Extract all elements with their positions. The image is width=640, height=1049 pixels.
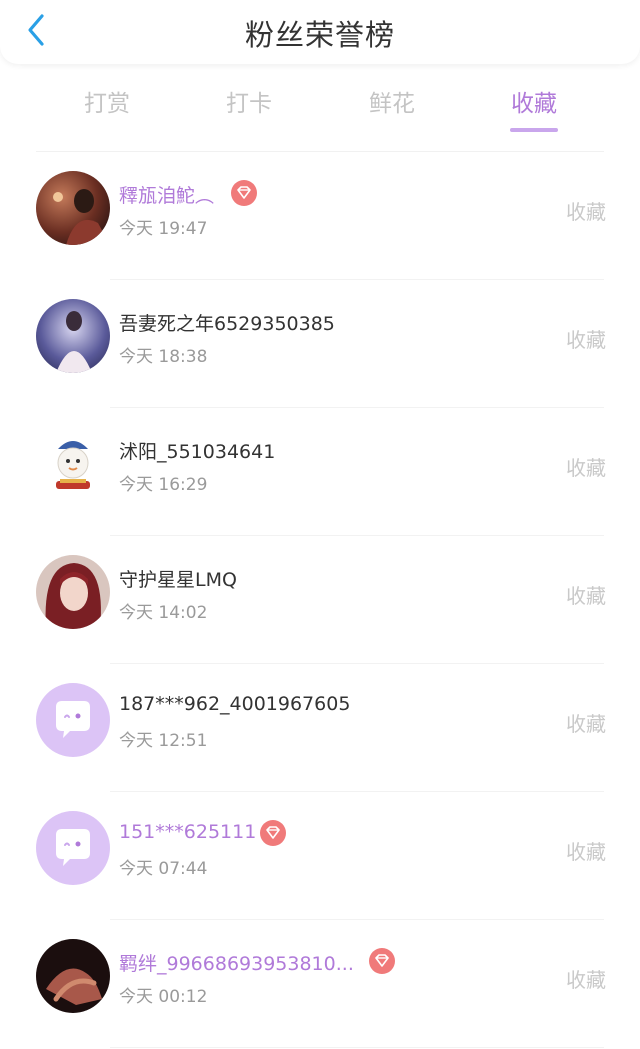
diamond-badge-icon (231, 180, 257, 206)
list-item[interactable]: 187***962_4001967605 今天 12:51 收藏 (0, 664, 640, 792)
list-item[interactable]: 釋瓬洎鮀︵ 今天 19:47 收藏 (0, 152, 640, 280)
top-bar: 粉丝荣誉榜 (0, 0, 640, 64)
list-item[interactable]: 151***625111 今天 07:44 收藏 (0, 792, 640, 920)
favorite-label: 收藏 (566, 328, 606, 352)
photo-avatar-icon (36, 939, 110, 1013)
favorite-label: 收藏 (566, 200, 606, 224)
divider (110, 1047, 604, 1048)
photo-avatar-icon (36, 299, 110, 373)
timestamp: 今天 12:51 (119, 731, 208, 751)
user-name[interactable]: 羁绊_99668693953810... (119, 949, 354, 976)
list-item[interactable]: 守护星星LMQ 今天 14:02 收藏 (0, 536, 640, 664)
page-title: 粉丝荣誉榜 (244, 18, 395, 52)
user-name[interactable]: 吾妻死之年6529350385 (119, 309, 335, 336)
avatar[interactable] (36, 299, 110, 373)
tab-label: 打卡 (226, 91, 272, 117)
avatar[interactable] (36, 555, 110, 629)
avatar[interactable] (36, 171, 110, 245)
tab-bar: 打赏 打卡 鲜花 收藏 (0, 76, 640, 136)
user-name[interactable]: 釋瓬洎鮀︵ (119, 181, 214, 208)
tab-underline (510, 128, 558, 132)
user-name[interactable]: 187***962_4001967605 (119, 693, 350, 715)
tab-label: 收藏 (511, 91, 557, 117)
user-name[interactable]: 沭阳_551034641 (119, 437, 275, 464)
favorite-label: 收藏 (566, 712, 606, 736)
avatar[interactable] (36, 683, 110, 757)
timestamp: 今天 00:12 (119, 987, 208, 1007)
avatar[interactable] (36, 811, 110, 885)
list-item[interactable]: 吾妻死之年6529350385 今天 18:38 收藏 (0, 280, 640, 408)
tab-reward[interactable]: 打赏 (47, 84, 167, 132)
cartoon-avatar-icon (36, 427, 110, 501)
user-name[interactable]: 151***625111 (119, 821, 256, 843)
timestamp: 今天 14:02 (119, 603, 208, 623)
fan-list: 釋瓬洎鮀︵ 今天 19:47 收藏 吾妻死之年6529350385 今天 18:… (0, 152, 640, 1048)
favorite-label: 收藏 (566, 968, 606, 992)
photo-avatar-icon (36, 555, 110, 629)
favorite-label: 收藏 (566, 456, 606, 480)
tab-checkin[interactable]: 打卡 (189, 84, 309, 132)
avatar[interactable] (36, 427, 110, 501)
list-item[interactable]: 羁绊_99668693953810... 今天 00:12 收藏 (0, 920, 640, 1048)
timestamp: 今天 07:44 (119, 859, 208, 879)
avatar[interactable] (36, 939, 110, 1013)
diamond-badge-icon (260, 820, 286, 846)
photo-avatar-icon (36, 171, 110, 245)
diamond-badge-icon (369, 948, 395, 974)
timestamp: 今天 18:38 (119, 347, 208, 367)
default-chat-avatar-icon (36, 811, 110, 885)
user-name[interactable]: 守护星星LMQ (119, 565, 237, 592)
favorite-label: 收藏 (566, 840, 606, 864)
tab-label: 打赏 (84, 91, 130, 117)
tab-flowers[interactable]: 鲜花 (332, 84, 452, 132)
default-chat-avatar-icon (36, 683, 110, 757)
favorite-label: 收藏 (566, 584, 606, 608)
tab-label: 鲜花 (369, 91, 415, 117)
tab-favorites[interactable]: 收藏 (474, 84, 594, 132)
timestamp: 今天 19:47 (119, 219, 208, 239)
list-item[interactable]: 沭阳_551034641 今天 16:29 收藏 (0, 408, 640, 536)
timestamp: 今天 16:29 (119, 475, 208, 495)
